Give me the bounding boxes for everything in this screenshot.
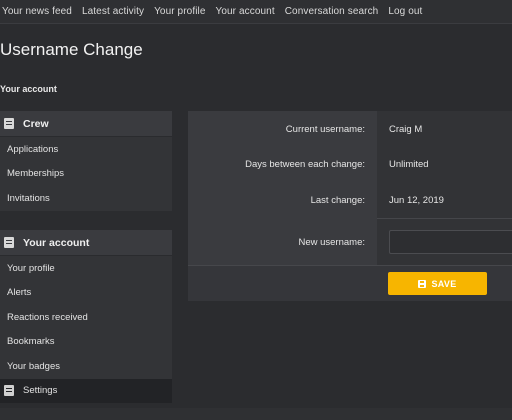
sidebar-item-your-profile[interactable]: Your profile (0, 256, 172, 281)
breadcrumb[interactable]: Your account (0, 84, 57, 94)
save-button-label: SAVE (431, 278, 457, 289)
current-username-label: Current username: (285, 124, 365, 135)
sidebar-item-settings[interactable]: Settings (0, 378, 172, 403)
sidebar-item-memberships[interactable]: Memberships (0, 162, 172, 187)
new-username-input[interactable] (389, 230, 512, 254)
top-navigation: Your news feed Latest activity Your prof… (0, 0, 512, 24)
sidebar-crew-section: Crew Applications Memberships Invitation… (0, 111, 172, 211)
document-icon (4, 385, 14, 397)
sidebar-header-crew: Crew (0, 111, 172, 137)
current-username-value: Craig M (389, 124, 423, 135)
last-change-value: Jun 12, 2019 (389, 195, 444, 206)
nav-your-profile[interactable]: Your profile (154, 6, 205, 17)
floppy-disk-icon (418, 279, 427, 288)
days-between-change-label: Days between each change: (245, 159, 365, 170)
nav-your-news-feed[interactable]: Your news feed (2, 6, 72, 17)
days-between-change-value: Unlimited (389, 159, 429, 170)
sidebar-item-label: Bookmarks (7, 336, 55, 348)
bottom-strip (0, 408, 512, 420)
sidebar-item-alerts[interactable]: Alerts (0, 281, 172, 306)
sidebar-item-label: Your badges (7, 360, 61, 372)
sidebar-header-label: Crew (23, 117, 49, 130)
sidebar-item-invitations[interactable]: Invitations (0, 186, 172, 211)
sidebar-item-your-badges[interactable]: Your badges (0, 354, 172, 379)
new-username-label: New username: (298, 237, 365, 248)
sidebar-item-label: Memberships (7, 168, 65, 180)
nav-log-out[interactable]: Log out (388, 6, 422, 17)
nav-your-account[interactable]: Your account (216, 6, 275, 17)
document-icon (4, 237, 14, 248)
sidebar-account-section: Your account Your profile Alerts Reactio… (0, 230, 172, 403)
sidebar-item-label: Settings (23, 385, 58, 397)
save-button[interactable]: SAVE (388, 272, 487, 295)
sidebar-item-bookmarks[interactable]: Bookmarks (0, 330, 172, 355)
sidebar-header-label: Your account (23, 236, 90, 249)
sidebar-item-label: Reactions received (7, 311, 88, 323)
sidebar-item-label: Applications (7, 143, 59, 155)
sidebar-item-label: Alerts (7, 287, 32, 299)
document-icon (4, 118, 14, 129)
page-title: Username Change (0, 40, 143, 59)
sidebar-item-applications[interactable]: Applications (0, 137, 172, 162)
sidebar-item-label: Invitations (7, 192, 50, 204)
last-change-label: Last change: (310, 195, 365, 206)
nav-latest-activity[interactable]: Latest activity (82, 6, 144, 17)
sidebar-header-your-account: Your account (0, 230, 172, 256)
row-divider (377, 218, 512, 219)
nav-conversation-search[interactable]: Conversation search (285, 6, 379, 17)
sidebar-item-reactions-received[interactable]: Reactions received (0, 305, 172, 330)
sidebar-item-label: Your profile (7, 262, 55, 274)
